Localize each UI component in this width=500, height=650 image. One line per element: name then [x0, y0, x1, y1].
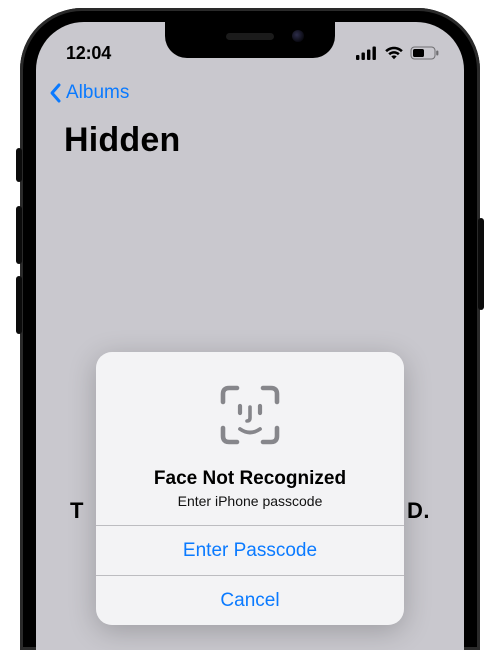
phone-frame: 12:04 — [20, 8, 480, 650]
cellular-icon — [356, 46, 378, 60]
chevron-left-icon — [48, 82, 64, 104]
back-button[interactable]: Albums — [48, 82, 129, 104]
background-text-right: D. — [407, 498, 430, 524]
side-button — [478, 218, 484, 310]
screen: 12:04 — [36, 22, 464, 650]
volume-up — [16, 206, 22, 264]
faceid-alert: Face Not Recognized Enter iPhone passcod… — [96, 352, 404, 625]
background-text-left: T — [70, 498, 84, 524]
page-title: Hidden — [64, 121, 452, 160]
faceid-icon — [215, 380, 285, 450]
alert-title: Face Not Recognized — [112, 468, 388, 490]
back-label: Albums — [66, 82, 129, 104]
notch — [165, 22, 335, 58]
nav-header: Albums Hidden — [36, 78, 464, 166]
status-time: 12:04 — [66, 43, 111, 64]
cancel-button[interactable]: Cancel — [96, 575, 404, 625]
enter-passcode-button[interactable]: Enter Passcode — [96, 525, 404, 575]
battery-icon — [410, 46, 440, 60]
alert-body: Face Not Recognized Enter iPhone passcod… — [96, 352, 404, 525]
alert-subtitle: Enter iPhone passcode — [112, 493, 388, 509]
volume-down — [16, 276, 22, 334]
wifi-icon — [384, 46, 404, 60]
status-right — [356, 46, 440, 60]
silent-switch — [16, 148, 22, 182]
